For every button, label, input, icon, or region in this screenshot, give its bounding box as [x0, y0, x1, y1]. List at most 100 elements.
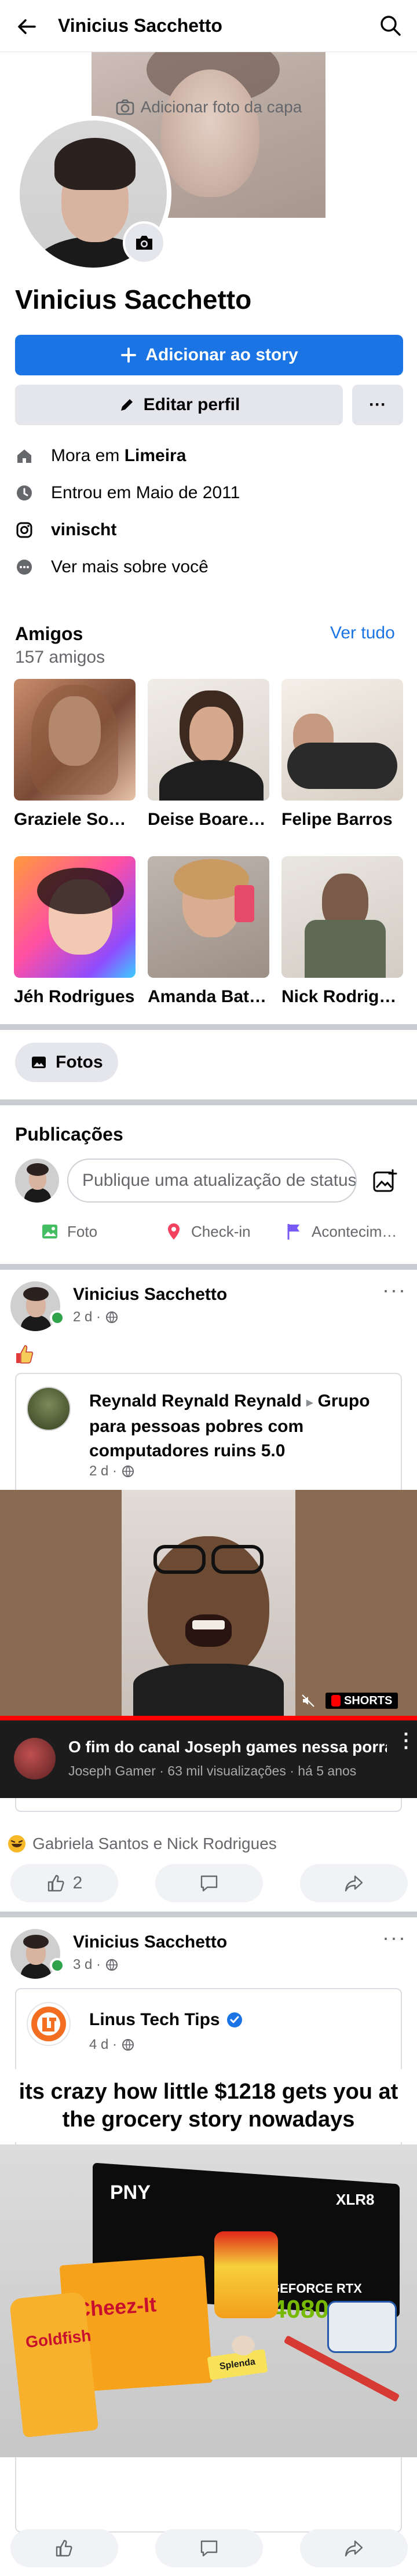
post-options-icon[interactable]: ··· [382, 1278, 407, 1302]
see-more-label: Ver mais sobre você [51, 557, 209, 576]
like-button[interactable] [10, 2529, 118, 2567]
section-divider [0, 1264, 417, 1270]
friend-card[interactable]: Deise Boaretto [148, 679, 269, 830]
add-cover-button[interactable]: Adicionar foto da capa [92, 93, 325, 122]
image-icon [42, 1225, 57, 1238]
creamer-cup [232, 2336, 255, 2355]
see-more-about[interactable]: Ver mais sobre você [15, 557, 209, 577]
share-button[interactable] [300, 1864, 408, 1902]
cover-face [161, 70, 259, 197]
info-lives-text: Mora em Limeira [51, 446, 186, 466]
video-player[interactable]: SHORTS [0, 1490, 417, 1716]
add-photo-icon[interactable] [371, 1168, 398, 1196]
video-options-icon[interactable]: ⋮ [396, 1731, 416, 1751]
post-time: 3 d · [73, 1957, 101, 1972]
post-author[interactable]: Vinicius Sacchetto [73, 1932, 227, 1952]
share-icon [345, 2540, 363, 2557]
comment-button[interactable] [155, 2529, 263, 2567]
location-pin-icon [168, 1223, 180, 1240]
like-count: 2 [72, 1873, 83, 1892]
shared-post-header: Reynald Reynald Reynald ▸ Grupo para pes… [89, 1389, 390, 1463]
friend-card[interactable]: Jéh Rodrigues [14, 856, 136, 1007]
shorts-icon [331, 1695, 341, 1707]
change-profile-photo-button[interactable] [123, 221, 166, 264]
plus-icon [121, 348, 137, 363]
post-image[interactable]: PNY XLR8 GEFORCE RTX 4080 Cheez-It Goldf… [0, 2144, 417, 2457]
shared-time: 4 d · [89, 2037, 118, 2052]
info-instagram[interactable]: vinischt [15, 520, 116, 540]
globe-icon [106, 1959, 118, 1971]
friend-photo [281, 856, 403, 978]
life-event-action[interactable]: Acontecimento [285, 1222, 404, 1241]
see-all-friends-link[interactable]: Ver tudo [330, 623, 395, 643]
home-icon [15, 447, 34, 465]
online-indicator [50, 1310, 65, 1325]
thumbs-up-icon [56, 2540, 72, 2557]
friend-photo [14, 679, 136, 801]
meme-caption: its crazy how little $1218 gets you at t… [0, 2069, 417, 2142]
friend-photo [281, 679, 403, 801]
ltt-logo-icon [31, 2007, 66, 2041]
checkin-action[interactable]: Check-in [164, 1222, 251, 1241]
search-icon[interactable] [378, 13, 403, 38]
shared-time: 2 d · [89, 1463, 118, 1479]
section-divider [0, 1912, 417, 1917]
gpu-xlr8: XLR8 [336, 2191, 375, 2208]
friend-name: Felipe Barros [281, 810, 393, 829]
friends-title: Amigos [15, 623, 83, 644]
shared-author[interactable]: Linus Tech Tips [89, 2010, 220, 2030]
camera-icon [136, 236, 152, 250]
mute-icon[interactable] [301, 1694, 315, 1708]
avatar[interactable] [27, 1387, 71, 1431]
profile-name: Vinicius Sacchetto [15, 284, 252, 315]
post-options-icon[interactable]: ··· [382, 1925, 407, 1950]
lives-prefix: Mora em [51, 446, 120, 465]
lives-city[interactable]: Limeira [125, 446, 186, 465]
add-story-button[interactable]: Adicionar ao story [15, 335, 403, 375]
video-title[interactable]: O fim do canal Joseph games nessa porra [68, 1738, 387, 1756]
channel-avatar[interactable] [14, 1738, 56, 1780]
globe-icon [122, 1466, 134, 1477]
friend-photo [148, 856, 269, 978]
status-input[interactable]: Publique uma atualização de status [67, 1159, 357, 1203]
friend-card[interactable]: Graziele Sousa [14, 679, 136, 830]
shared-author[interactable]: Reynald Reynald Reynald [89, 1391, 302, 1411]
shared-post-header: Linus Tech Tips [89, 2010, 243, 2030]
post-meta: 3 d · [73, 1957, 118, 1973]
section-divider [0, 1099, 417, 1105]
avatar[interactable] [15, 1159, 59, 1203]
gpu-model: GEFORCE RTX [270, 2281, 362, 2296]
post-time: 2 d · [73, 1309, 101, 1325]
top-bar: Vinicius Sacchetto [0, 0, 417, 52]
share-button[interactable] [300, 2529, 408, 2567]
instagram-handle[interactable]: vinischt [51, 520, 116, 540]
friend-card[interactable]: Nick Rodrigues [281, 856, 403, 1007]
edit-profile-button[interactable]: Editar perfil [15, 385, 343, 425]
like-button[interactable]: 2 [10, 1864, 118, 1902]
post-meta: 2 d · [73, 1309, 118, 1325]
add-story-label: Adicionar ao story [145, 345, 298, 364]
post-author[interactable]: Vinicius Sacchetto [73, 1285, 227, 1305]
photo-action[interactable]: Foto [41, 1222, 97, 1241]
more-options-button[interactable]: ··· [352, 385, 403, 425]
video-info-bar[interactable]: O fim do canal Joseph games nessa porra … [0, 1720, 417, 1798]
thumbs-up-icon [47, 1875, 64, 1892]
friend-card[interactable]: Felipe Barros [281, 679, 403, 830]
page-title: Vinicius Sacchetto [58, 15, 222, 36]
edit-profile-label: Editar perfil [143, 395, 240, 414]
flag-icon [287, 1224, 299, 1240]
arrow-left-icon[interactable] [14, 14, 39, 39]
photo-action-label: Foto [67, 1222, 98, 1240]
comment-button[interactable] [155, 1864, 263, 1902]
info-lives: Mora em Limeira [15, 446, 186, 466]
friend-card[interactable]: Amanda Batista [148, 856, 269, 1007]
pencil-icon [120, 399, 133, 411]
life-event-action-label: Acontecimento [312, 1222, 404, 1240]
photos-chip[interactable]: Fotos [15, 1043, 118, 1082]
reactions-names: Gabriela Santos e Nick Rodrigues [32, 1835, 277, 1852]
avatar[interactable] [27, 2002, 71, 2046]
reactions-summary[interactable]: Gabriela Santos e Nick Rodrigues [7, 1834, 277, 1854]
friend-name: Jéh Rodrigues [14, 987, 135, 1006]
video-progress [0, 1716, 417, 1720]
comment-icon [200, 1875, 218, 1892]
